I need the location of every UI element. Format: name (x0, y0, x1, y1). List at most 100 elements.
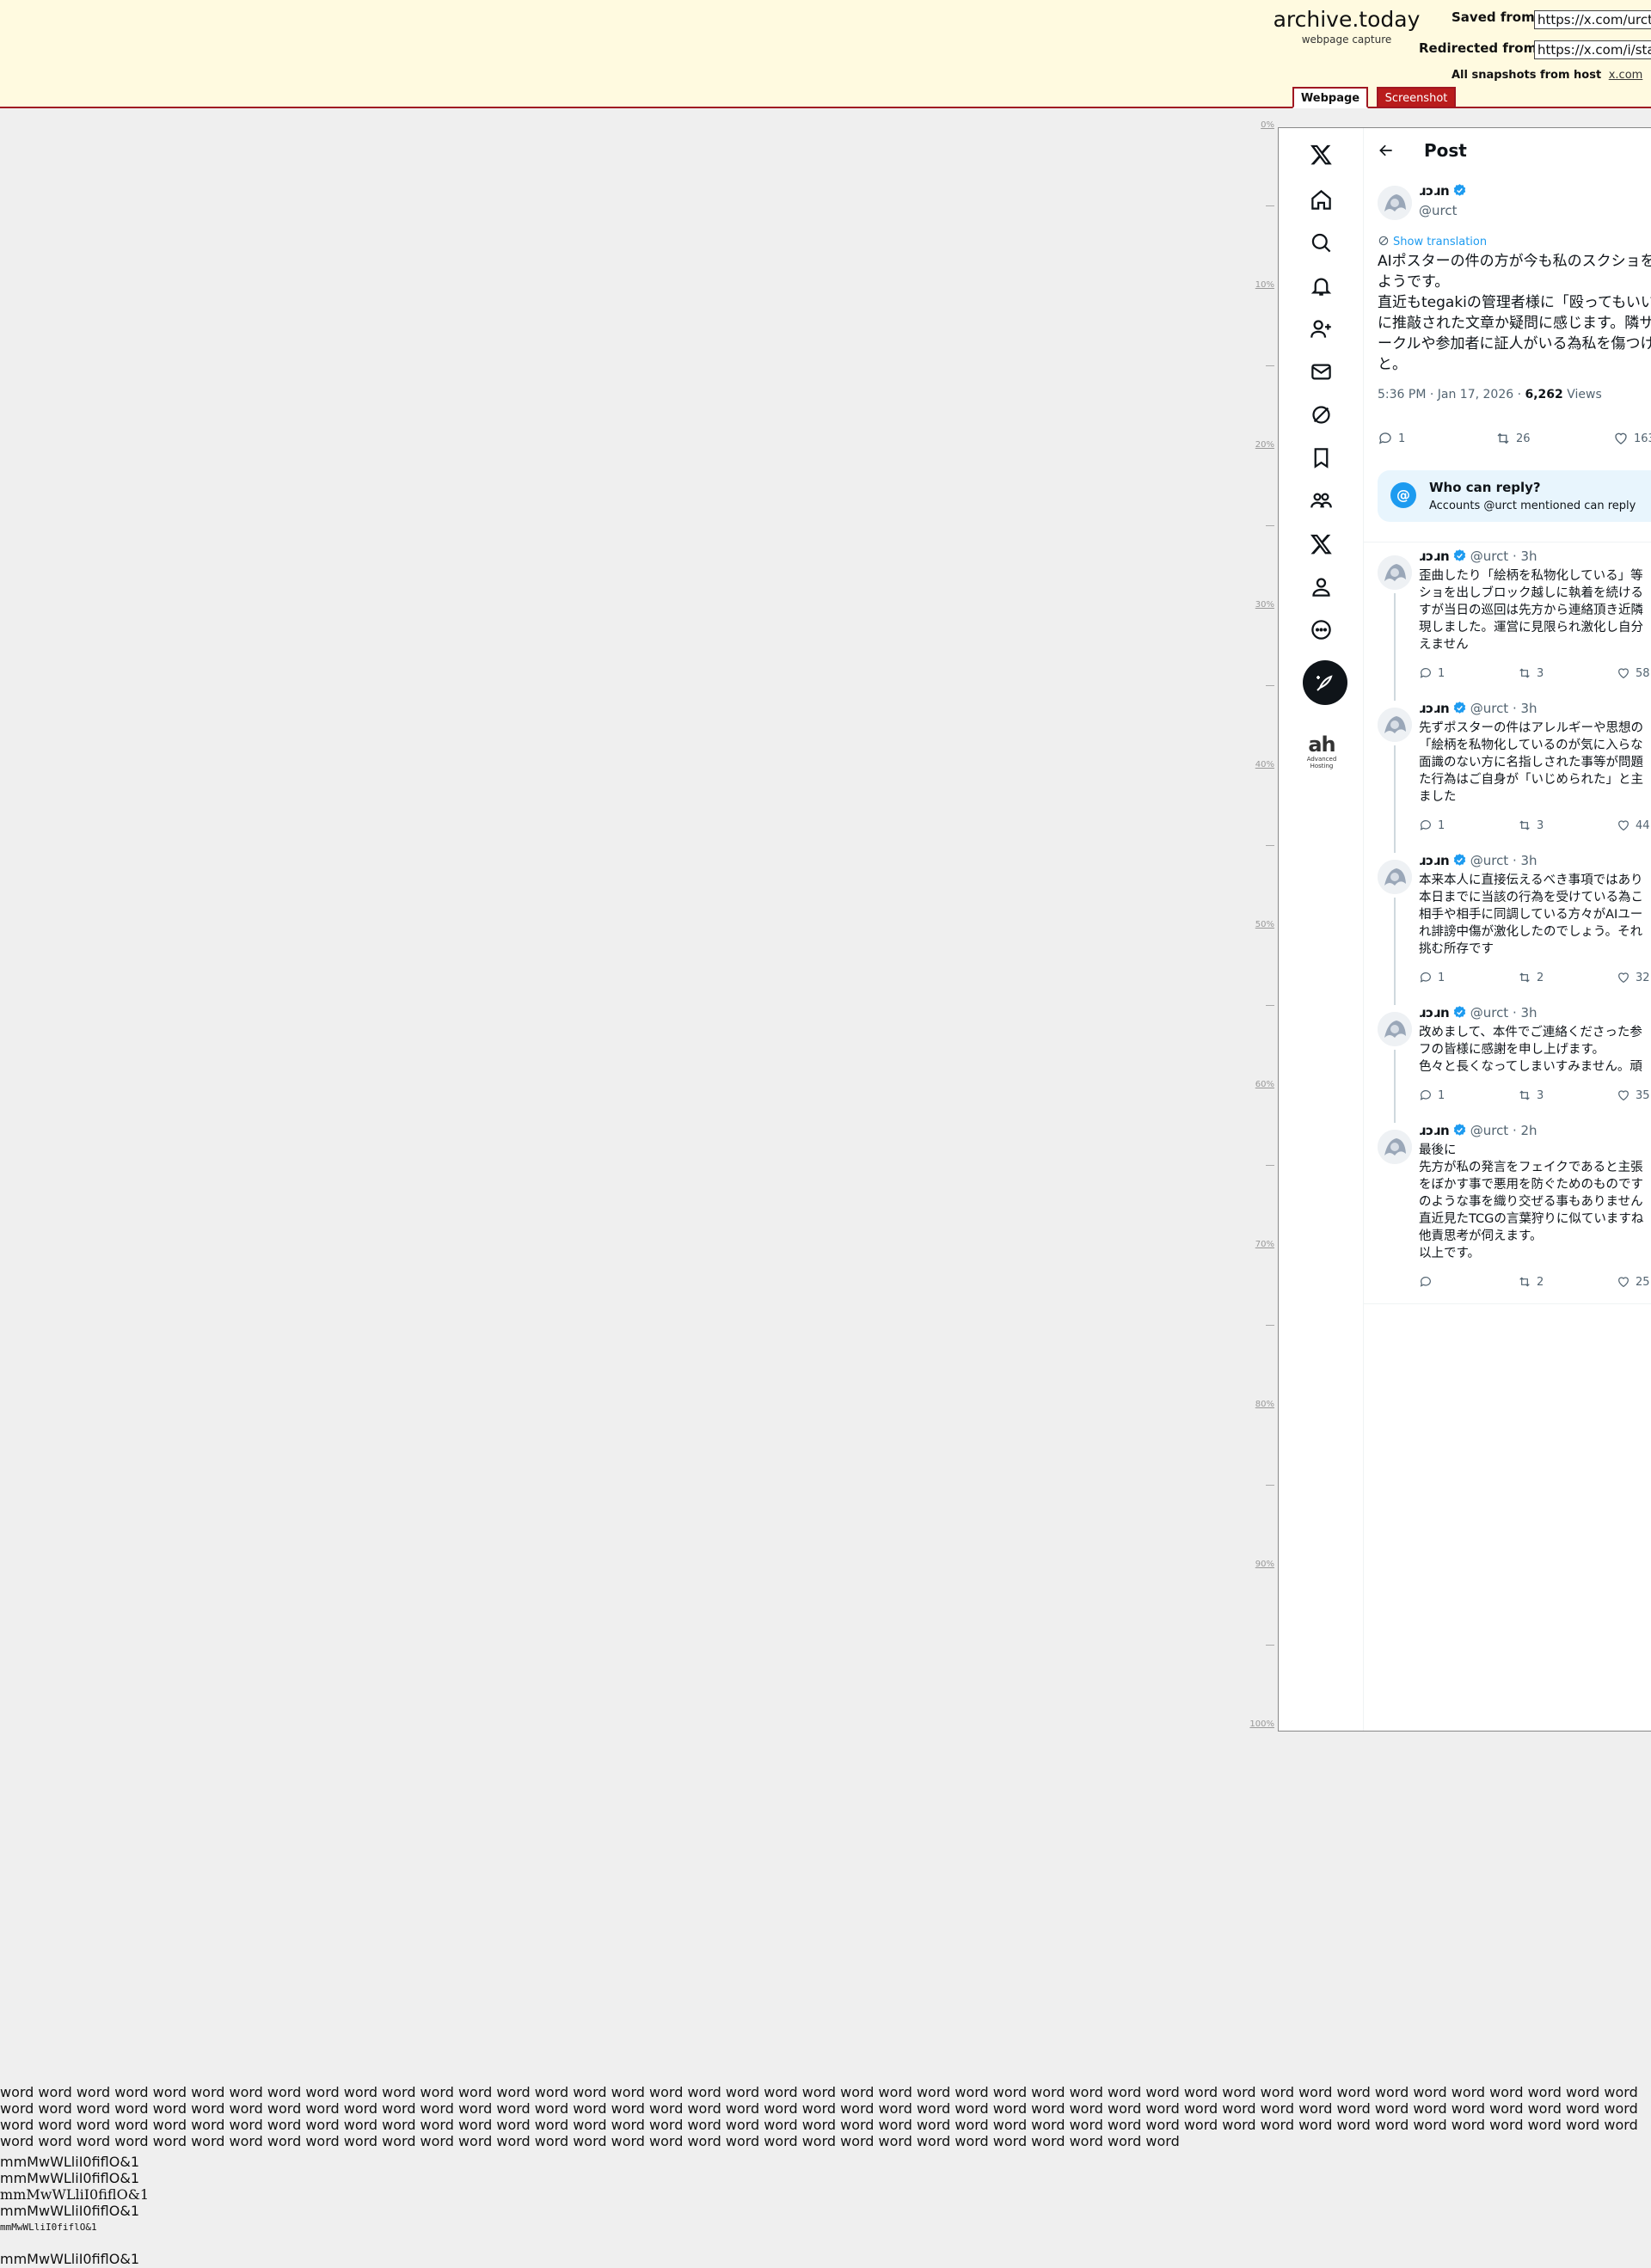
saved-from-url-field[interactable] (1534, 10, 1651, 29)
reply-actions: 2 25 (1419, 1275, 1651, 1290)
reply-button[interactable]: 1 (1378, 431, 1405, 446)
repost-count: 26 (1516, 432, 1531, 445)
reply-icon (1420, 972, 1431, 983)
from-host-label: from host (1539, 69, 1602, 82)
reply-author-name[interactable]: ɹɔɹn (1419, 701, 1450, 716)
ruler-percent-label[interactable]: 30% (1255, 600, 1274, 610)
repost-button[interactable]: 3 (1518, 1088, 1544, 1102)
post-icon[interactable] (1303, 660, 1347, 705)
avatar[interactable] (1378, 860, 1412, 894)
show-translation-label[interactable]: Show translation (1393, 236, 1487, 248)
reply-author-name[interactable]: ɹɔɹn (1419, 1005, 1450, 1021)
post-actions: 1 26 163 (1378, 431, 1651, 448)
reply-text: 先ずポスターの件はアレルギーや思想の 「絵柄を私物化しているのが気に入らな 面識… (1419, 721, 1643, 804)
page-title: Post (1424, 140, 1467, 161)
profile-icon[interactable] (1304, 569, 1338, 604)
reply-author[interactable]: ɹɔɹn @urct · 2h (1419, 1123, 1537, 1138)
reply-button[interactable] (1419, 1275, 1438, 1289)
show-translation-link[interactable]: Show translation (1378, 235, 1487, 248)
advanced-hosting-logo[interactable]: ah Advanced Hosting (1301, 733, 1342, 769)
messages-icon[interactable] (1304, 354, 1338, 389)
ruler-percent-label[interactable]: 70% (1255, 1240, 1274, 1249)
communities-icon[interactable] (1304, 483, 1338, 518)
tab-webpage[interactable]: Webpage (1292, 87, 1368, 108)
like-button[interactable]: 25 (1617, 1275, 1650, 1289)
archive-logo[interactable]: archive.today webpage capture (1269, 7, 1424, 46)
thread-connector (1394, 1050, 1396, 1123)
like-icon (1618, 1277, 1629, 1288)
notifications-icon[interactable] (1304, 268, 1338, 303)
avatar[interactable] (1378, 1130, 1412, 1164)
repost-button[interactable]: 3 (1518, 818, 1544, 832)
more-icon[interactable] (1304, 612, 1338, 647)
reply-button[interactable]: 1 (1419, 971, 1445, 984)
author-display-name[interactable]: ɹɔɹn (1419, 183, 1450, 199)
verified-badge-icon (1453, 184, 1465, 196)
host-link[interactable]: x.com (1609, 69, 1643, 82)
reply-author[interactable]: ɹɔɹn @urct · 3h (1419, 1005, 1537, 1021)
bookmarks-icon[interactable] (1304, 440, 1338, 475)
like-button[interactable]: 35 (1617, 1088, 1650, 1102)
like-button[interactable]: 163 (1613, 431, 1651, 446)
ruler-percent-label[interactable]: 90% (1255, 1560, 1274, 1569)
font-test-line: mmMwWLliI0fiflO&1 (0, 2170, 139, 2186)
ruler-percent-label[interactable]: 20% (1255, 440, 1274, 450)
ruler-tick (1266, 685, 1274, 686)
reply-actions: 1 3 35 (1419, 1088, 1651, 1104)
repost-button[interactable]: 2 (1518, 1275, 1544, 1289)
reply-author-name[interactable]: ɹɔɹn (1419, 549, 1450, 564)
ruler-percent-label[interactable]: 50% (1255, 920, 1274, 929)
reply-button[interactable]: 1 (1419, 1088, 1445, 1102)
ruler-percent-label[interactable]: 60% (1255, 1080, 1274, 1089)
font-test-line: mmMwWLliI0fiflO&1 (0, 2186, 150, 2203)
ruler-percent-label[interactable]: 100% (1249, 1719, 1274, 1729)
redirected-from-url-field[interactable] (1534, 40, 1651, 59)
font-test-line: mmMwWLliI0fiflO&1 (0, 2154, 139, 2170)
repost-button[interactable]: 26 (1495, 431, 1531, 446)
reply-button[interactable]: 1 (1419, 666, 1445, 680)
avatar[interactable] (1378, 1012, 1412, 1046)
reply-handle-time[interactable]: @urct · 3h (1470, 853, 1537, 868)
reply-handle-time[interactable]: @urct · 2h (1470, 1123, 1537, 1138)
reply-handle-time[interactable]: @urct · 3h (1470, 549, 1537, 564)
ruler-percent-label[interactable]: 10% (1255, 280, 1274, 290)
reply-icon (1420, 668, 1431, 678)
reply-author[interactable]: ɹɔɹn @urct · 3h (1419, 853, 1537, 868)
like-button[interactable]: 44 (1617, 818, 1650, 832)
reply-author-name[interactable]: ɹɔɹn (1419, 853, 1450, 868)
x-logo-icon[interactable] (1304, 137, 1338, 171)
author-handle[interactable]: @urct (1419, 203, 1457, 218)
follow-icon[interactable] (1304, 311, 1338, 346)
ruler-percent-label[interactable]: 80% (1255, 1400, 1274, 1409)
reply-button[interactable]: 1 (1419, 818, 1445, 832)
like-button[interactable]: 32 (1617, 971, 1650, 984)
reply-author-name[interactable]: ɹɔɹn (1419, 1123, 1450, 1138)
post-time[interactable]: 5:36 PM · Jan 17, 2026 (1378, 388, 1513, 401)
reply-author[interactable]: ɹɔɹn @urct · 3h (1419, 549, 1537, 564)
like-button[interactable]: 58 (1617, 666, 1650, 680)
search-icon[interactable] (1304, 225, 1338, 260)
ruler-percent-label[interactable]: 0% (1261, 120, 1274, 130)
avatar[interactable] (1378, 708, 1412, 742)
reply-author[interactable]: ɹɔɹn @urct · 3h (1419, 701, 1537, 716)
reply-handle-time[interactable]: @urct · 3h (1470, 701, 1537, 716)
avatar[interactable] (1378, 555, 1412, 590)
post-text: AIポスターの件の方が今も私のスクショを ようです。 直近もtegakiの管理者… (1378, 253, 1651, 373)
verified-badge-icon (1453, 549, 1465, 561)
ruler-tick (1266, 1325, 1274, 1326)
grok-icon[interactable] (1304, 397, 1338, 432)
ruler-tick (1266, 1645, 1274, 1646)
views-count: 6,262 (1525, 388, 1563, 401)
home-icon[interactable] (1304, 182, 1338, 217)
author-name[interactable]: ɹɔɹn (1419, 183, 1467, 199)
translate-icon (1378, 236, 1389, 246)
premium-x-icon[interactable] (1304, 526, 1338, 561)
tab-screenshot[interactable]: Screenshot (1377, 87, 1456, 108)
back-arrow-icon[interactable] (1374, 138, 1398, 162)
repost-button[interactable]: 3 (1518, 666, 1544, 680)
archive-logo-text[interactable]: archive.today (1269, 7, 1424, 32)
ruler-percent-label[interactable]: 40% (1255, 760, 1274, 769)
reply-handle-time[interactable]: @urct · 3h (1470, 1005, 1537, 1021)
repost-button[interactable]: 2 (1518, 971, 1544, 984)
avatar[interactable] (1378, 186, 1412, 220)
